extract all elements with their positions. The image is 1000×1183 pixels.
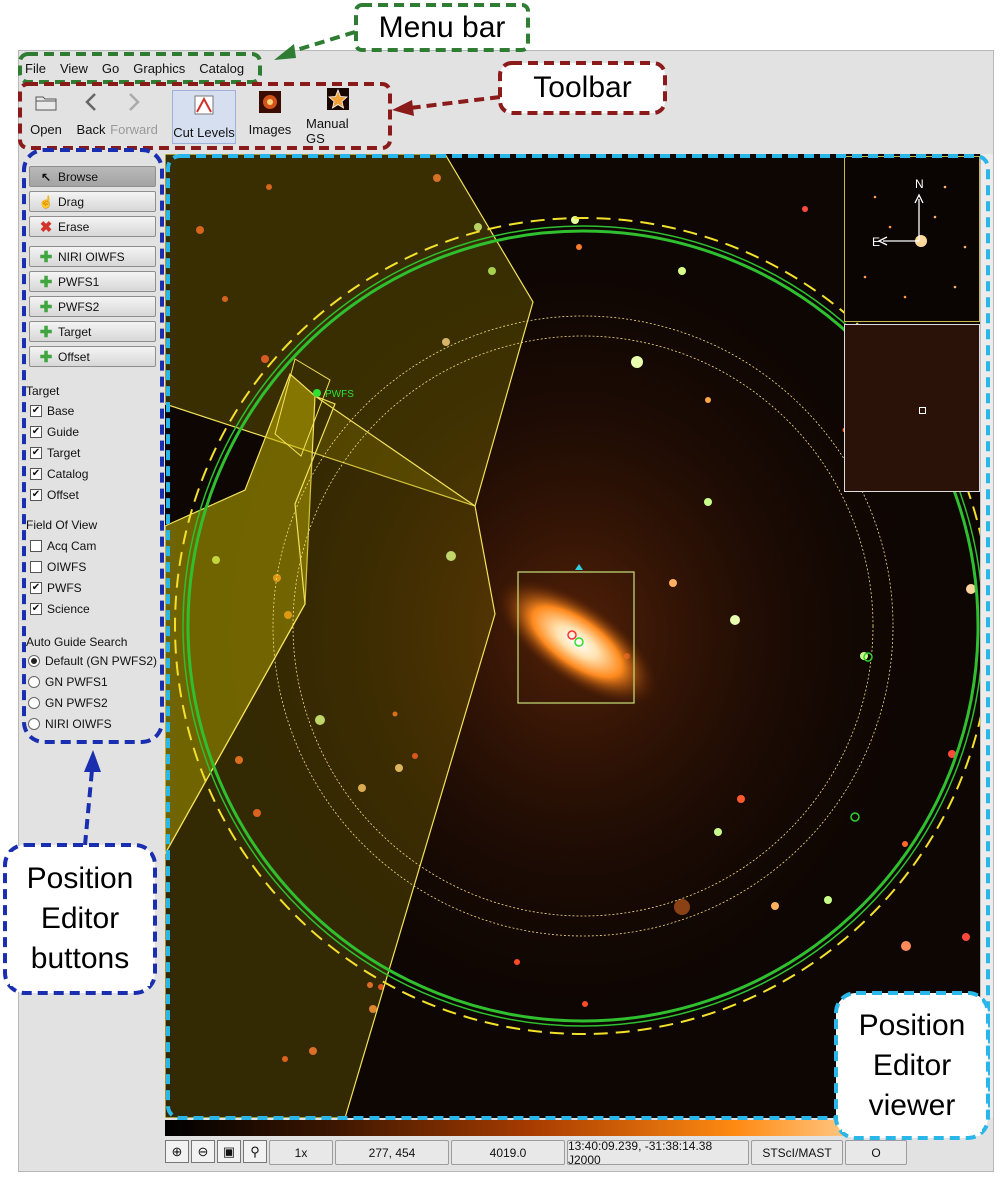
toolbar-callout: Toolbar <box>506 68 659 108</box>
buttons-highlight <box>22 148 164 744</box>
buttons-callout: Position Editor buttons <box>10 852 150 986</box>
toolbar-pointer <box>409 95 501 110</box>
buttons-pointer <box>83 769 94 846</box>
menu-bar-pointer <box>289 30 356 54</box>
buttons-arrowhead <box>84 750 101 772</box>
viewer-highlight <box>166 154 990 1120</box>
menu-bar-arrowhead <box>274 44 296 60</box>
viewer-callout: Position Editor viewer <box>842 1000 982 1132</box>
toolbar-arrowhead <box>392 100 414 116</box>
menu-bar-callout: Menu bar <box>362 10 522 46</box>
toolbar-highlight <box>18 82 392 150</box>
menu-bar-highlight <box>18 52 262 84</box>
